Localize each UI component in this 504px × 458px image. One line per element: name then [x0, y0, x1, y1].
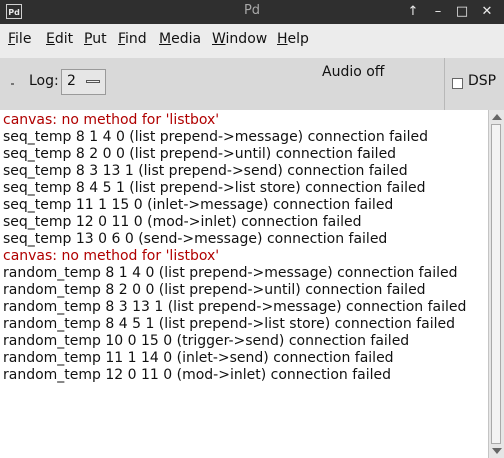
console-line: random_temp 8 1 4 0 (list prepend->messa…	[3, 265, 458, 281]
dsp-checkbox[interactable]	[452, 78, 463, 89]
title-bar[interactable]: Pd Pd ↑ – □ ✕	[0, 0, 504, 24]
console-line: seq_temp 11 1 15 0 (inlet->message) conn…	[3, 197, 394, 213]
dropdown-indicator-icon	[86, 80, 100, 83]
console-error-line: canvas: no method for 'listbox'	[3, 112, 220, 128]
audio-status: Audio off	[322, 64, 385, 80]
menu-bar: File Edit Put Find Media Window Help	[0, 24, 504, 59]
console-line: random_temp 8 3 13 1 (list prepend->mess…	[3, 299, 467, 315]
console-scrollbar[interactable]	[488, 110, 504, 458]
log-level-value: 2	[67, 73, 76, 89]
scrollbar-thumb[interactable]	[491, 124, 501, 444]
close-icon: ✕	[481, 4, 493, 19]
console-line: random_temp 12 0 11 0 (mod->inlet) conne…	[3, 367, 391, 383]
console-line: random_temp 10 0 15 0 (trigger->send) co…	[3, 333, 410, 349]
grip-dot	[11, 83, 14, 85]
keep-above-button[interactable]: ↑	[402, 2, 424, 22]
minimize-button[interactable]: –	[427, 2, 449, 22]
dsp-label: DSP	[468, 73, 497, 89]
console-error-line: canvas: no method for 'listbox'	[3, 248, 220, 264]
menu-put[interactable]: Put	[84, 31, 107, 47]
menu-window[interactable]: Window	[212, 31, 267, 47]
scroll-down-arrow-icon[interactable]	[492, 448, 502, 454]
maximize-icon: □	[455, 4, 469, 19]
console-line: seq_temp 8 4 5 1 (list prepend->list sto…	[3, 180, 426, 196]
console-line: seq_temp 12 0 11 0 (mod->inlet) connecti…	[3, 214, 362, 230]
menu-find[interactable]: Find	[118, 31, 147, 47]
console-line: seq_temp 8 3 13 1 (list prepend->send) c…	[3, 163, 408, 179]
console-line: random_temp 8 2 0 0 (list prepend->until…	[3, 282, 426, 298]
log-label: Log:	[29, 73, 59, 89]
console-line: seq_temp 8 1 4 0 (list prepend->message)…	[3, 129, 428, 145]
toolbar-divider	[444, 58, 445, 110]
close-button[interactable]: ✕	[476, 2, 498, 22]
maximize-button[interactable]: □	[451, 2, 473, 22]
console-line: random_temp 11 1 14 0 (inlet->send) conn…	[3, 350, 394, 366]
log-level-select[interactable]: 2	[61, 69, 106, 95]
up-arrow-icon: ↑	[407, 4, 419, 19]
menu-help[interactable]: Help	[277, 31, 309, 47]
menu-edit[interactable]: Edit	[46, 31, 73, 47]
console-output: canvas: no method for 'listbox' seq_temp …	[0, 110, 488, 458]
menu-media[interactable]: Media	[159, 31, 201, 47]
console-line: random_temp 8 4 5 1 (list prepend->list …	[3, 316, 455, 332]
scroll-up-arrow-icon[interactable]	[492, 114, 502, 120]
menu-file[interactable]: File	[8, 31, 31, 47]
minimize-icon: –	[434, 4, 442, 19]
console-line: seq_temp 13 0 6 0 (send->message) connec…	[3, 231, 388, 247]
console-line: seq_temp 8 2 0 0 (list prepend->until) c…	[3, 146, 397, 162]
